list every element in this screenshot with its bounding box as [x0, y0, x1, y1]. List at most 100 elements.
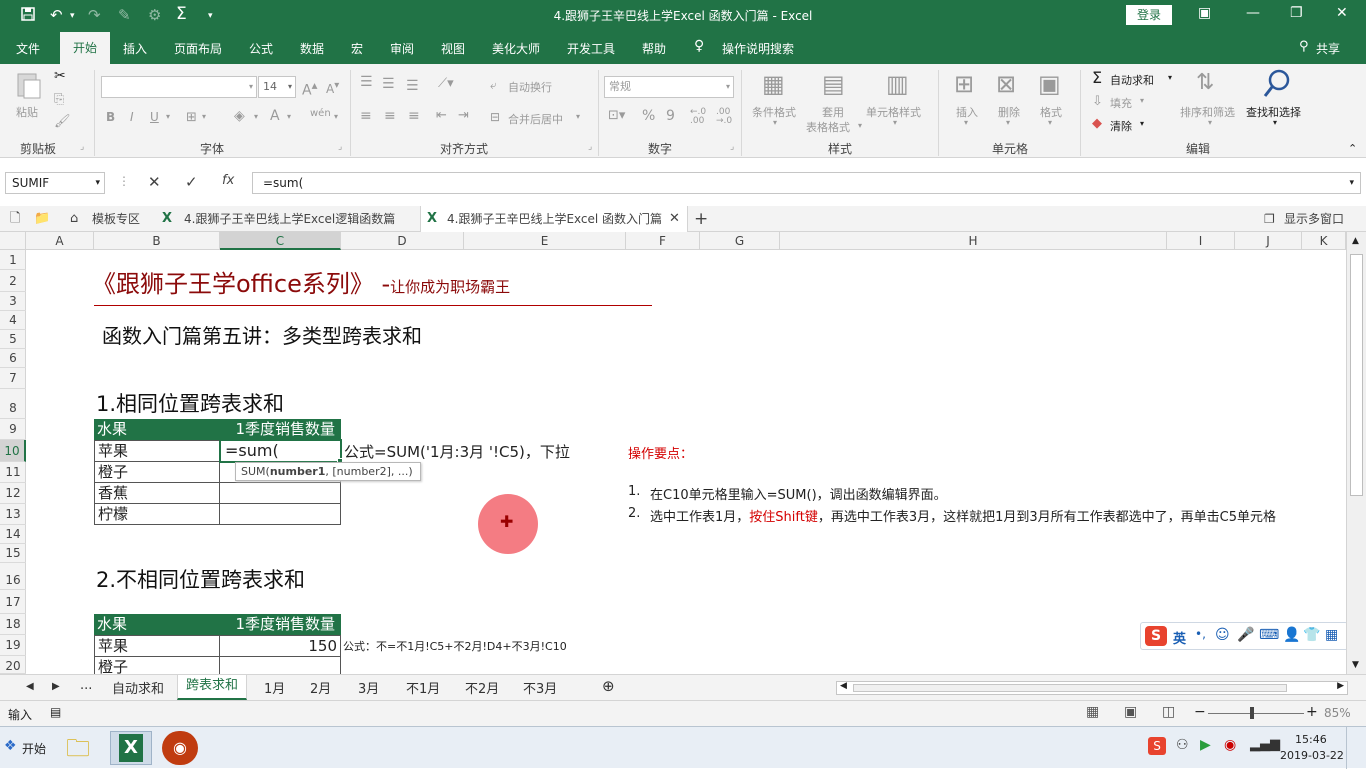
excel-taskbar-icon[interactable]: X — [110, 731, 152, 765]
tray-lion-icon[interactable]: ◉ — [1224, 737, 1236, 753]
insert-function-icon[interactable]: fx — [222, 173, 234, 188]
login-button[interactable]: 登录 — [1126, 5, 1172, 25]
wrap-text-button[interactable]: 自动换行 — [508, 79, 552, 95]
emoji-icon[interactable]: ☺ — [1215, 627, 1230, 643]
border-icon[interactable]: ⊞ — [186, 110, 197, 125]
chevron-down-icon[interactable]: ▾ — [1168, 73, 1172, 82]
col-header[interactable]: I — [1167, 232, 1235, 250]
row-header[interactable]: 19 — [0, 635, 26, 656]
row-header[interactable]: 8 — [0, 389, 26, 419]
chevron-down-icon[interactable]: ▾ — [1273, 118, 1277, 127]
close-icon[interactable]: ✕ — [1336, 5, 1348, 21]
scroll-up-icon[interactable]: ▲ — [1352, 236, 1359, 246]
active-cell-c10[interactable]: =sum( — [219, 439, 342, 463]
sheet-tab[interactable]: 不3月 — [523, 678, 557, 697]
col-header[interactable]: A — [26, 232, 94, 250]
sheet-tab[interactable]: 1月 — [264, 678, 285, 697]
increase-indent-icon[interactable]: ⇥ — [458, 108, 469, 123]
paste-label[interactable]: 粘贴 — [16, 104, 38, 120]
fill-color-icon[interactable]: ◈ — [234, 108, 245, 124]
sort-filter-icon[interactable]: ⇅ — [1196, 70, 1214, 95]
font-size-box[interactable]: 14 ▾ — [258, 76, 296, 98]
decrease-decimal-icon[interactable]: .00 →.0 — [716, 108, 736, 126]
font-color-icon[interactable]: A — [270, 108, 280, 124]
col-header[interactable]: H — [780, 232, 1167, 250]
merge-icon[interactable]: ⊟ — [490, 110, 500, 124]
doctab-template[interactable]: 模板专区 — [92, 206, 140, 232]
table1-cell-fruit[interactable]: 香蕉 — [94, 482, 220, 504]
paste-icon[interactable] — [14, 70, 48, 99]
add-tab-icon[interactable]: + — [694, 206, 708, 232]
format-cells-icon[interactable]: ▣ — [1038, 70, 1061, 98]
name-box[interactable]: SUMIF ▾ — [5, 172, 105, 194]
cut-icon[interactable]: ✂ — [54, 68, 66, 84]
clock-date[interactable]: 2019-03-22 — [1280, 749, 1344, 762]
toolbox-icon[interactable]: ▦ — [1325, 627, 1338, 643]
font-name-box[interactable]: ▾ — [101, 76, 257, 98]
underline-button[interactable]: U — [150, 110, 159, 124]
bold-button[interactable]: B — [106, 110, 115, 124]
decrease-indent-icon[interactable]: ⇤ — [436, 108, 447, 123]
add-sheet-icon[interactable]: ⊕ — [602, 677, 615, 695]
row-header[interactable]: 7 — [0, 368, 26, 389]
tab-help[interactable]: 帮助 — [642, 40, 666, 57]
vertical-scrollbar[interactable]: ▲ ▼ — [1346, 232, 1366, 674]
grow-font-icon[interactable]: A▴ — [302, 78, 317, 99]
align-top-icon[interactable]: ☰ — [360, 74, 373, 90]
table1-cell-fruit[interactable]: 柠檬 — [94, 503, 220, 525]
app-lion-icon[interactable]: ◉ — [162, 731, 198, 765]
cancel-icon[interactable]: ✕ — [148, 173, 161, 191]
tab-insert[interactable]: 插入 — [123, 40, 147, 57]
chevron-down-icon[interactable]: ▾ — [334, 112, 338, 121]
scroll-left-icon[interactable]: ◀ — [840, 681, 847, 691]
col-header[interactable]: B — [94, 232, 220, 250]
row-header[interactable]: 12 — [0, 483, 26, 504]
chevron-down-icon[interactable]: ▾ — [1140, 96, 1144, 105]
keyboard-icon[interactable]: ⌨ — [1259, 627, 1279, 643]
close-tab-icon[interactable]: ✕ — [669, 206, 680, 232]
row-header[interactable]: 16 — [0, 563, 26, 590]
tab-formulas[interactable]: 公式 — [249, 40, 273, 57]
table1-cell-qty[interactable] — [219, 503, 341, 525]
mic-icon[interactable]: 🎤 — [1237, 627, 1254, 643]
col-header[interactable]: E — [464, 232, 626, 250]
start-button[interactable]: ❖ 开始 — [2, 732, 50, 764]
italic-button[interactable]: I — [130, 110, 134, 124]
row-header[interactable]: 15 — [0, 544, 26, 563]
chevron-down-icon[interactable]: ▾ — [858, 121, 862, 130]
percent-button[interactable]: % — [642, 108, 655, 124]
chevron-down-icon[interactable]: ▾ — [166, 112, 170, 121]
font-launcher-icon[interactable]: ⌟ — [338, 142, 342, 152]
align-bottom-icon[interactable]: ☰ — [406, 78, 419, 94]
page-layout-view-icon[interactable]: ▣ — [1124, 704, 1137, 720]
tray-play-icon[interactable]: ▶ — [1200, 737, 1211, 753]
folder-icon[interactable]: 📁 — [34, 206, 50, 232]
sheet-tab-active[interactable]: 跨表求和 — [177, 675, 247, 700]
zoom-in-icon[interactable]: + — [1306, 704, 1318, 720]
sheet-tab[interactable]: 3月 — [358, 678, 379, 697]
macro-record-icon[interactable]: ▤ — [50, 705, 61, 719]
row-header[interactable]: 17 — [0, 590, 26, 614]
ime-lang[interactable]: 英 — [1173, 628, 1186, 647]
col-header[interactable]: G — [700, 232, 780, 250]
row-header[interactable]: 14 — [0, 525, 26, 544]
zoom-out-icon[interactable]: − — [1194, 704, 1206, 720]
show-desktop-button[interactable] — [1346, 727, 1366, 769]
expand-formula-icon[interactable]: ▾ — [1349, 173, 1354, 193]
tab-page-layout[interactable]: 页面布局 — [174, 40, 222, 57]
select-all-corner[interactable] — [0, 232, 26, 250]
autosum-icon[interactable]: Σ — [1092, 68, 1102, 87]
zoom-slider[interactable] — [1208, 713, 1304, 714]
clock-time[interactable]: 15:46 — [1295, 733, 1327, 746]
sheet-tab-more[interactable]: ... — [80, 678, 92, 693]
tab-macro[interactable]: 宏 — [351, 40, 363, 57]
tray-sogou-icon[interactable]: S — [1148, 737, 1166, 755]
prev-sheet-icon[interactable]: ◀ — [26, 681, 34, 692]
table1-cell-fruit[interactable]: 苹果 — [94, 440, 220, 462]
tab-data[interactable]: 数据 — [300, 40, 324, 57]
col-header-selected[interactable]: C — [220, 232, 341, 250]
table1-cell-qty[interactable] — [219, 482, 341, 504]
number-format-box[interactable]: 常规 ▾ — [604, 76, 734, 98]
delete-cells-icon[interactable]: ⊠ — [996, 70, 1016, 98]
collapse-ribbon-icon[interactable]: ⌃ — [1348, 142, 1357, 155]
